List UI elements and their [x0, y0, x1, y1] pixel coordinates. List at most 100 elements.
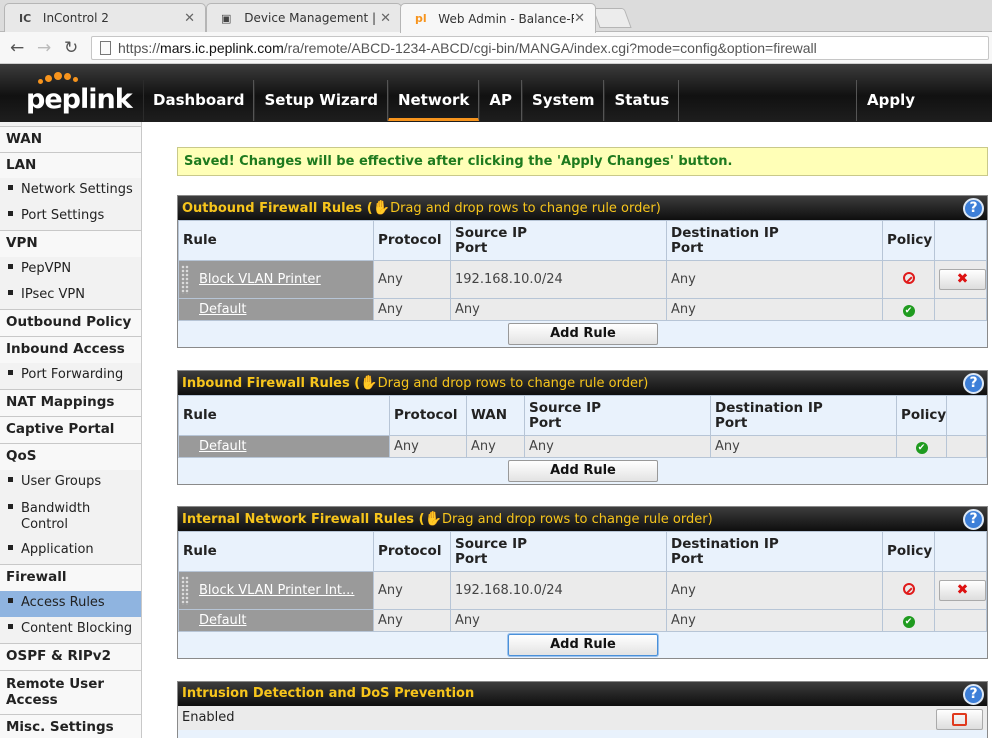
rule-link[interactable]: Block VLAN Printer Int... [199, 583, 354, 598]
back-arrow-icon[interactable]: ← [10, 38, 24, 58]
help-icon[interactable]: ? [963, 373, 984, 394]
col-source-port: Port [455, 239, 488, 256]
help-icon[interactable]: ? [963, 684, 984, 705]
sidebar-remote-user-access[interactable]: Remote User Access [0, 670, 141, 714]
nav-setup-wizard[interactable]: Setup Wizard [254, 80, 388, 121]
sidebar-item-user-groups[interactable]: User Groups [0, 470, 141, 496]
incontrol-favicon-icon: IC [19, 11, 32, 25]
add-rule-button[interactable]: Add Rule [508, 460, 658, 482]
drag-hint: Drag and drop rows to change rule order) [377, 376, 649, 391]
rule-name-cell[interactable]: Default [178, 298, 374, 321]
main-nav: Dashboard Setup Wizard Network AP System… [143, 80, 680, 122]
col-policy: Policy [882, 220, 935, 261]
table-row[interactable]: Default Any Any Any ✔ [178, 609, 987, 632]
sidebar-captive-portal[interactable]: Captive Portal [0, 416, 141, 443]
table-row[interactable]: Default Any Any Any ✔ [178, 298, 987, 321]
deny-icon [902, 582, 915, 595]
close-icon[interactable]: ✕ [184, 11, 195, 26]
action-cell [946, 435, 987, 458]
col-source-ip: Source IP [455, 535, 528, 552]
allow-icon: ✔ [902, 616, 915, 628]
col-actions [946, 395, 987, 436]
nav-ap[interactable]: AP [479, 80, 522, 121]
sidebar-nat-mappings[interactable]: NAT Mappings [0, 389, 141, 416]
address-bar[interactable]: https://mars.ic.peplink.com/ra/remote/AB… [91, 36, 989, 60]
close-icon[interactable]: ✕ [380, 11, 391, 26]
rule-name-cell[interactable]: Default [178, 609, 374, 632]
peplink-favicon-icon: pl [415, 12, 427, 25]
source-cell: Any [450, 609, 667, 632]
sidebar-wan[interactable]: WAN [0, 126, 141, 152]
col-destination: Destination IP Port [710, 395, 897, 436]
help-icon[interactable]: ? [963, 198, 984, 219]
col-source-ip: Source IP [455, 224, 528, 241]
browser-tab-device-management[interactable]: ▣ Device Management | Inco ✕ [206, 3, 402, 32]
close-icon[interactable]: ✕ [574, 11, 585, 26]
sidebar-item-pepvpn[interactable]: PepVPN [0, 257, 141, 283]
rule-link[interactable]: Default [199, 302, 247, 317]
sidebar-misc-settings[interactable]: Misc. Settings [0, 714, 141, 738]
col-source: Source IP Port [524, 395, 711, 436]
new-tab-button[interactable] [592, 8, 632, 28]
wan-cell: Any [466, 435, 525, 458]
sidebar-item-port-forwarding[interactable]: Port Forwarding [0, 363, 141, 389]
action-cell [934, 298, 987, 321]
reload-icon[interactable]: ↻ [64, 38, 78, 58]
sidebar-lan[interactable]: LAN [0, 152, 141, 178]
add-rule-button[interactable]: Add Rule [508, 634, 658, 656]
panel-title: Inbound Firewall Rules (✋Drag and drop r… [178, 371, 987, 395]
internal-title: Internal Network Firewall Rules [182, 512, 415, 527]
sidebar-item-content-blocking[interactable]: Content Blocking [0, 617, 141, 643]
add-rule-button[interactable]: Add Rule [508, 323, 658, 345]
sidebar-inbound-access[interactable]: Inbound Access [0, 336, 141, 363]
hand-drag-icon: ✋ [424, 511, 442, 527]
policy-cell [882, 571, 935, 610]
delete-button[interactable]: ✖ [939, 269, 986, 290]
sidebar-item-network-settings[interactable]: Network Settings [0, 178, 141, 204]
protocol-cell: Any [389, 435, 467, 458]
rule-link[interactable]: Default [199, 613, 247, 628]
sidebar-item-label: Access [6, 692, 58, 708]
nav-status[interactable]: Status [604, 80, 680, 121]
rule-link[interactable]: Block VLAN Printer [199, 272, 321, 287]
sidebar-vpn[interactable]: VPN [0, 230, 141, 257]
edit-button[interactable] [936, 709, 983, 730]
rule-link[interactable]: Default [199, 439, 247, 454]
nav-dashboard[interactable]: Dashboard [143, 80, 255, 121]
col-protocol: Protocol [373, 531, 451, 572]
browser-tab-web-admin[interactable]: pl Web Admin - Balance-Rou ✕ [400, 3, 596, 33]
action-cell: ✖ [934, 260, 987, 299]
nav-network[interactable]: Network [387, 80, 480, 121]
rule-name-cell[interactable]: Block VLAN Printer [178, 260, 374, 299]
forward-arrow-icon[interactable]: → [37, 38, 51, 58]
browser-tab-incontrol[interactable]: IC InControl 2 ✕ [4, 3, 206, 32]
dest-cell: Any [666, 609, 883, 632]
table-row[interactable]: Block VLAN Printer Any 192.168.10.0/24 A… [178, 260, 987, 299]
delete-button[interactable]: ✖ [939, 580, 986, 601]
help-icon[interactable]: ? [963, 509, 984, 530]
sidebar-outbound-policy[interactable]: Outbound Policy [0, 309, 141, 336]
sidebar: WAN LAN Network Settings Port Settings V… [0, 122, 142, 738]
sidebar-item-application[interactable]: Application [0, 538, 141, 564]
apply-changes-button[interactable]: Apply Changes [856, 80, 992, 149]
nav-system[interactable]: System [522, 80, 605, 121]
policy-cell: ✔ [882, 298, 935, 321]
sidebar-qos[interactable]: QoS [0, 443, 141, 470]
outbound-firewall-panel: Outbound Firewall Rules (✋Drag and drop … [177, 195, 988, 348]
sidebar-item-port-settings[interactable]: Port Settings [0, 204, 141, 230]
table-row[interactable]: Block VLAN Printer Int... Any 192.168.10… [178, 571, 987, 610]
table-row[interactable]: Default Any Any Any Any ✔ [178, 435, 987, 458]
peplink-logo[interactable]: peplink [26, 84, 133, 115]
col-dest-ip: Destination IP [715, 399, 823, 416]
allow-icon: ✔ [915, 442, 928, 454]
deny-icon [902, 271, 915, 284]
sidebar-item-ipsec-vpn[interactable]: IPsec VPN [0, 283, 141, 309]
col-destination: Destination IP Port [666, 220, 883, 261]
sidebar-item-access-rules[interactable]: Access Rules [0, 591, 141, 617]
sidebar-firewall[interactable]: Firewall [0, 564, 141, 591]
page-icon [100, 41, 111, 55]
sidebar-ospf-ripv2[interactable]: OSPF & RIPv2 [0, 643, 141, 670]
sidebar-item-bandwidth-control[interactable]: Bandwidth Control [0, 496, 141, 538]
rule-name-cell[interactable]: Block VLAN Printer Int... [178, 571, 374, 610]
rule-name-cell[interactable]: Default [178, 435, 390, 458]
